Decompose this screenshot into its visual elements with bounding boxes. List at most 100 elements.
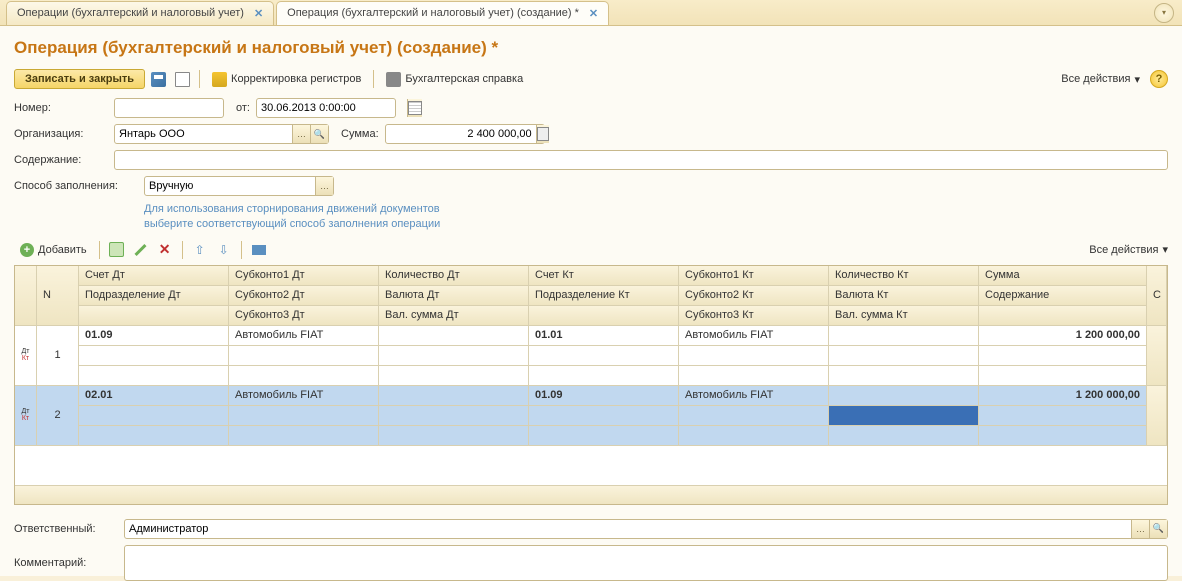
delete-icon: ✕ xyxy=(159,241,171,258)
cell-amount[interactable]: 1 200 000,00 xyxy=(979,386,1147,406)
col-sub2-kt[interactable]: Субконто2 Кт xyxy=(679,286,829,306)
chevron-down-icon: ▾ xyxy=(1162,243,1168,256)
table-scrollbar[interactable] xyxy=(15,486,1167,504)
document-icon xyxy=(175,72,190,87)
delete-row-button[interactable]: ✕ xyxy=(154,239,176,261)
tab-label: Операции (бухгалтерский и налоговый учет… xyxy=(17,7,244,19)
org-label: Организация: xyxy=(14,128,114,140)
print-icon xyxy=(386,72,401,87)
copy-row-button[interactable] xyxy=(106,239,128,261)
col-qty-kt[interactable]: Количество Кт xyxy=(829,266,979,286)
label: Бухгалтерская справка xyxy=(405,73,523,85)
save-close-button[interactable]: Записать и закрыть xyxy=(14,69,145,89)
col-cursum-dt[interactable]: Вал. сумма Дт xyxy=(379,306,529,326)
edit-row-button[interactable] xyxy=(130,239,152,261)
cell-sub1-kt[interactable]: Автомобиль FIAT xyxy=(679,326,829,346)
calculator-button[interactable] xyxy=(536,125,549,143)
cell-amount[interactable]: 1 200 000,00 xyxy=(979,326,1147,346)
cell-qty-dt[interactable] xyxy=(379,326,529,346)
cell-acc-dt[interactable]: 01.09 xyxy=(79,326,229,346)
tabs-dropdown-button[interactable]: ▾ xyxy=(1154,3,1174,23)
calculator-icon xyxy=(537,127,549,141)
fill-method-input[interactable] xyxy=(145,180,315,192)
col-dept-dt[interactable]: Подразделение Дт xyxy=(79,286,229,306)
tab-operation-create[interactable]: Операция (бухгалтерский и налоговый учет… xyxy=(276,1,609,25)
accounting-ref-button[interactable]: Бухгалтерская справка xyxy=(380,70,529,89)
col-sub3-dt[interactable]: Субконто3 Дт xyxy=(229,306,379,326)
row-number[interactable]: 1 xyxy=(37,326,79,386)
cell-qty-dt[interactable] xyxy=(379,386,529,406)
close-icon[interactable]: ✕ xyxy=(254,7,263,20)
col-c[interactable]: С xyxy=(1147,266,1167,326)
cell-acc-kt[interactable]: 01.09 xyxy=(529,386,679,406)
label: Корректировка регистров xyxy=(231,73,361,85)
col-cur-dt[interactable]: Валюта Дт xyxy=(379,286,529,306)
sum-input[interactable] xyxy=(386,128,536,140)
content-input[interactable] xyxy=(114,150,1168,170)
table-toolbar: + Добавить ✕ ⇧ ⇩ Все действия ▾ xyxy=(14,239,1168,261)
cell-acc-kt[interactable]: 01.01 xyxy=(529,326,679,346)
cell-qty-kt[interactable] xyxy=(829,386,979,406)
calendar-icon xyxy=(408,101,422,115)
doc-button[interactable] xyxy=(171,68,193,90)
tab-label: Операция (бухгалтерский и налоговый учет… xyxy=(287,7,579,19)
arrow-up-icon: ⇧ xyxy=(195,243,205,257)
cell-sub1-kt[interactable]: Автомобиль FIAT xyxy=(679,386,829,406)
move-down-button[interactable]: ⇩ xyxy=(213,239,235,261)
cell-qty-kt[interactable] xyxy=(829,326,979,346)
org-open-button[interactable]: 🔍 xyxy=(310,125,328,143)
save-button[interactable] xyxy=(147,68,169,90)
focused-cell[interactable] xyxy=(829,406,979,426)
move-up-button[interactable]: ⇧ xyxy=(189,239,211,261)
tab-operations-list[interactable]: Операции (бухгалтерский и налоговый учет… xyxy=(6,1,274,25)
comment-input[interactable] xyxy=(124,545,1168,581)
content-label: Содержание: xyxy=(14,154,114,166)
col-dept-kt[interactable]: Подразделение Кт xyxy=(529,286,679,306)
dtkt-indicator: ДтКт xyxy=(15,326,37,386)
org-select-button[interactable]: … xyxy=(292,125,310,143)
number-label: Номер: xyxy=(14,102,114,114)
col-sub1-dt[interactable]: Субконто1 Дт xyxy=(229,266,379,286)
number-input[interactable] xyxy=(114,98,224,118)
pencil-icon xyxy=(135,244,147,256)
cell-sub1-dt[interactable]: Автомобиль FIAT xyxy=(229,386,379,406)
table-empty-area[interactable] xyxy=(15,446,1167,486)
table-all-actions-button[interactable]: Все действия ▾ xyxy=(1089,243,1168,256)
col-cursum-kt[interactable]: Вал. сумма Кт xyxy=(829,306,979,326)
col-acc-kt[interactable]: Счет Кт xyxy=(529,266,679,286)
from-label: от: xyxy=(236,102,250,114)
responsible-label: Ответственный: xyxy=(14,523,124,535)
col-sub3-kt[interactable]: Субконто3 Кт xyxy=(679,306,829,326)
add-row-button[interactable]: + Добавить xyxy=(14,241,93,259)
arrow-down-icon: ⇩ xyxy=(219,243,229,257)
col-sub1-kt[interactable]: Субконто1 Кт xyxy=(679,266,829,286)
col-sub2-dt[interactable]: Субконто2 Дт xyxy=(229,286,379,306)
org-input[interactable] xyxy=(115,128,292,140)
col-cur-kt[interactable]: Валюта Кт xyxy=(829,286,979,306)
tab-bar: Операции (бухгалтерский и налоговый учет… xyxy=(0,0,1182,26)
col-n[interactable]: N xyxy=(37,266,79,326)
col-qty-dt[interactable]: Количество Дт xyxy=(379,266,529,286)
col-desc[interactable]: Содержание xyxy=(979,286,1147,306)
correction-registers-button[interactable]: Корректировка регистров xyxy=(206,70,367,89)
col-acc-dt[interactable]: Счет Дт xyxy=(79,266,229,286)
flag-icon xyxy=(252,245,266,255)
save-icon xyxy=(151,72,166,87)
calendar-button[interactable] xyxy=(407,99,422,117)
responsible-open-button[interactable]: 🔍 xyxy=(1149,520,1167,538)
responsible-input[interactable] xyxy=(125,523,1131,535)
cell-sub1-dt[interactable]: Автомобиль FIAT xyxy=(229,326,379,346)
flag-button[interactable] xyxy=(248,239,270,261)
row-number[interactable]: 2 xyxy=(37,386,79,446)
close-icon[interactable]: ✕ xyxy=(589,7,598,20)
fill-method-select-button[interactable]: … xyxy=(315,177,333,195)
all-actions-button[interactable]: Все действия ▾ xyxy=(1061,73,1140,86)
responsible-select-button[interactable]: … xyxy=(1131,520,1149,538)
chevron-down-icon: ▾ xyxy=(1134,73,1140,86)
date-input[interactable] xyxy=(257,102,407,114)
col-amount[interactable]: Сумма xyxy=(979,266,1147,286)
help-button[interactable]: ? xyxy=(1150,70,1168,88)
cell-acc-dt[interactable]: 02.01 xyxy=(79,386,229,406)
copy-icon xyxy=(109,242,124,257)
sum-label: Сумма: xyxy=(341,128,379,140)
